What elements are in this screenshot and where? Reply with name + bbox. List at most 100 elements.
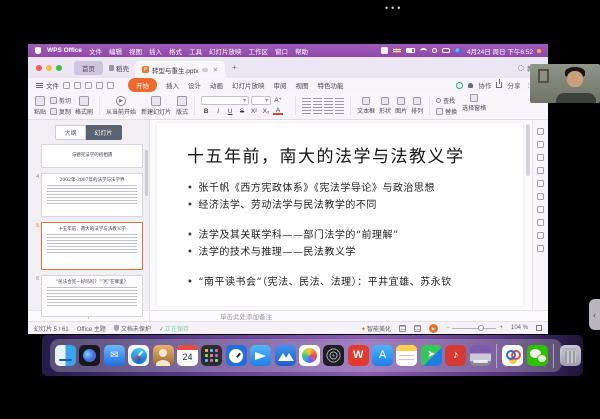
theme-name[interactable]: Office 主题 — [77, 324, 106, 333]
underline-button[interactable]: U — [225, 107, 235, 116]
tab-document[interactable]: P 转型与重生.pptx ✕ — [135, 61, 225, 78]
more-tools-icon[interactable] — [537, 245, 544, 252]
menu-bar-clock[interactable]: 4月24日 周日 下午6:52 — [467, 46, 533, 56]
copy-button[interactable]: 复制 — [50, 107, 71, 116]
save-icon[interactable] — [63, 82, 70, 89]
font-color-button[interactable]: A — [273, 107, 283, 115]
textbox-button[interactable]: 文本框 — [357, 97, 375, 115]
find-button[interactable]: 查找 — [436, 96, 457, 105]
menu-help[interactable]: 帮助 — [295, 46, 308, 56]
mountain-app-icon[interactable] — [275, 345, 296, 366]
menu-format[interactable]: 格式 — [169, 46, 182, 56]
align-right-icon[interactable] — [324, 107, 333, 114]
replace-button[interactable]: 替换 — [436, 107, 457, 116]
zoom-in-button[interactable]: + — [499, 325, 503, 331]
siri-dock-icon[interactable] — [79, 345, 100, 366]
ribbon-tab-design[interactable]: 设计 — [188, 80, 201, 90]
tab-home[interactable]: 首页 — [74, 61, 103, 75]
notes-app-icon[interactable] — [396, 345, 417, 366]
screenshot-preview-icon[interactable] — [470, 345, 491, 366]
zoom-slider-knob[interactable] — [478, 325, 484, 331]
collapsed-panel-tab[interactable]: ‹ — [589, 299, 600, 330]
new-slide-button[interactable]: 新建幻灯片 — [141, 94, 171, 117]
format-painter-button[interactable]: 格式刷 — [75, 96, 93, 116]
undo-icon[interactable] — [96, 82, 103, 89]
panel-scrollbar[interactable] — [145, 150, 148, 196]
ribbon-tab-review[interactable]: 审阅 — [274, 80, 287, 90]
menu-edit[interactable]: 编辑 — [109, 46, 122, 56]
animation-pane-icon[interactable] — [537, 141, 544, 148]
share-button[interactable]: 分享 — [507, 80, 520, 90]
ribbon-tab-slideshow[interactable]: 幻灯片放映 — [232, 80, 265, 90]
comment-icon[interactable] — [537, 180, 544, 187]
close-tab-icon[interactable]: ✕ — [213, 66, 218, 74]
picture-button[interactable]: 图片 — [395, 97, 407, 115]
grow-font-button[interactable]: A⁺ — [273, 96, 283, 105]
sorter-view-icon[interactable] — [414, 325, 421, 332]
wps-office-icon[interactable]: W — [348, 345, 369, 366]
slide-scrollbar[interactable] — [526, 124, 530, 176]
zoom-window-button[interactable] — [56, 65, 62, 71]
indent-increase-icon[interactable] — [335, 98, 344, 105]
indent-decrease-icon[interactable] — [324, 98, 333, 105]
cut-button[interactable]: 剪切 — [50, 96, 71, 105]
ribbon-tab-insert[interactable]: 插入 — [166, 80, 179, 90]
ribbon-tab-home[interactable]: 开始 — [128, 78, 157, 92]
strikethrough-button[interactable]: S — [237, 107, 247, 116]
control-center-icon[interactable] — [442, 48, 450, 53]
superscript-button[interactable]: X² — [249, 107, 259, 116]
slide-page[interactable]: 十五年前，南大的法学与法教义学 张千帆《西方宪政体系》《宪法学导论》与政治思想 … — [157, 123, 523, 306]
numbered-list-icon[interactable] — [313, 98, 322, 105]
font-family-select[interactable]: ▾ — [201, 96, 249, 105]
collaborate-button[interactable]: 协作 — [478, 80, 491, 90]
tab-slides[interactable]: 幻灯片 — [86, 125, 122, 140]
paper-plane-app-icon[interactable] — [250, 345, 271, 366]
settings-icon[interactable] — [537, 206, 544, 213]
bold-button[interactable]: B — [201, 107, 211, 116]
siri-icon[interactable] — [455, 48, 461, 54]
fingerprint-app-icon[interactable] — [323, 345, 344, 366]
arrange-button[interactable]: 排列 — [411, 97, 423, 115]
trash-icon[interactable] — [560, 345, 581, 366]
minimize-window-button[interactable] — [46, 65, 52, 71]
menu-tools[interactable]: 工具 — [189, 46, 202, 56]
fullscreen-icon[interactable] — [536, 325, 542, 331]
clock-icon[interactable] — [226, 345, 247, 366]
bullet-list-icon[interactable] — [302, 98, 311, 105]
tab-outline[interactable]: 大纲 — [55, 125, 85, 140]
tab-docer[interactable]: 稻壳 — [103, 61, 135, 75]
apple-menu-icon[interactable] — [35, 47, 41, 54]
file-menu[interactable]: 文件 — [46, 80, 59, 90]
wechat-icon[interactable] — [527, 345, 548, 366]
new-tab-button[interactable]: + — [232, 63, 237, 72]
font-size-select[interactable]: ▾ — [251, 96, 271, 105]
transition-icon[interactable] — [537, 219, 544, 226]
zoom-level[interactable]: 104 % — [511, 325, 528, 331]
subscript-button[interactable]: X₂ — [261, 107, 271, 116]
menu-file[interactable]: 文件 — [89, 46, 102, 56]
redo-icon[interactable] — [107, 82, 114, 89]
mail-icon[interactable]: ✉ — [104, 345, 125, 366]
wifi-icon[interactable] — [420, 48, 427, 54]
app-name[interactable]: WPS Office — [47, 47, 82, 54]
arrows-app-icon[interactable]: ➤ — [421, 345, 442, 366]
layout-button[interactable]: 版式 — [176, 94, 188, 117]
menu-slideshow[interactable]: 幻灯片放映 — [209, 46, 242, 56]
launchpad-icon[interactable] — [201, 345, 222, 366]
slide-thumbnail-5-selected[interactable]: 十五年前，南大的法学与法教义学 — [41, 222, 143, 270]
flag-icon[interactable] — [393, 48, 401, 53]
netease-music-icon[interactable]: ♪ — [445, 345, 466, 366]
protection-status[interactable]: 文档未保护 — [114, 324, 151, 333]
smart-beautify-button[interactable]: ✦智能美化 — [361, 324, 391, 333]
knot-app-icon[interactable] — [502, 345, 523, 366]
properties-icon[interactable] — [537, 128, 544, 135]
selection-pane-button[interactable]: 选择窗格 — [462, 94, 486, 117]
ribbon-tab-animation[interactable]: 动画 — [210, 80, 223, 90]
align-left-icon[interactable] — [302, 107, 311, 114]
input-method-icon[interactable] — [381, 47, 388, 54]
call-more-menu[interactable]: ••• — [385, 3, 403, 13]
normal-view-icon[interactable] — [399, 325, 406, 332]
finder-icon[interactable] — [55, 345, 76, 366]
play-from-current-button[interactable]: ▶ 从当前开始 — [106, 94, 136, 117]
battery-icon[interactable] — [406, 48, 415, 53]
